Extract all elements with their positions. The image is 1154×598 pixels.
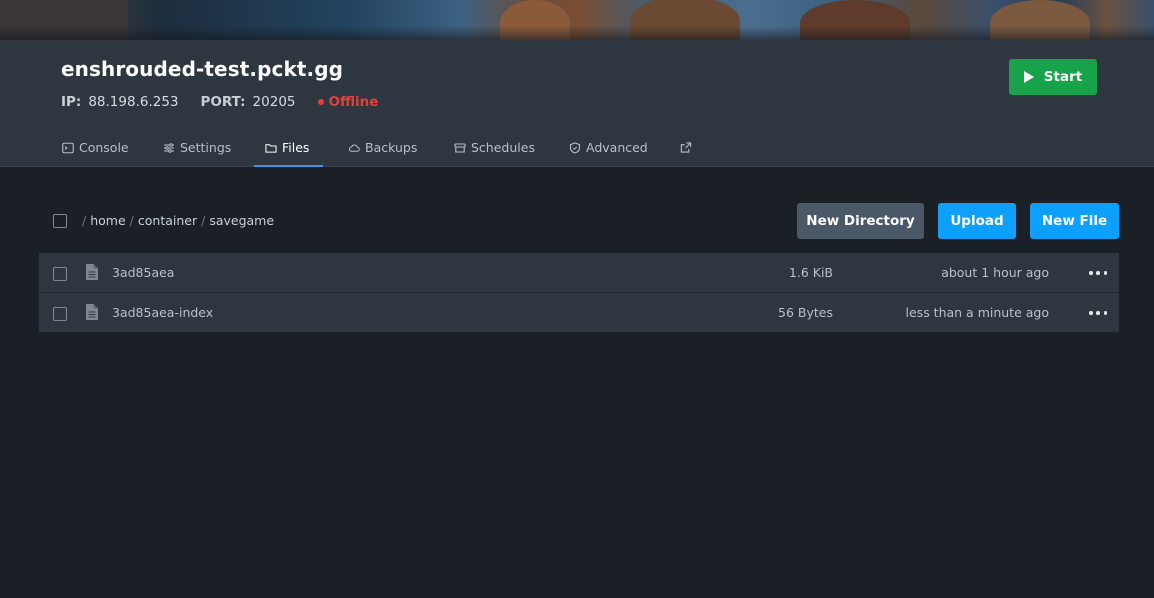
upload-button[interactable]: Upload xyxy=(938,203,1016,239)
server-header: enshrouded-test.pckt.gg IP: 88.198.6.253… xyxy=(0,40,1154,167)
status-text: Offline xyxy=(328,94,379,110)
file-modified: about 1 hour ago xyxy=(941,265,1049,280)
new-file-button[interactable]: New File xyxy=(1030,203,1119,239)
tab-advanced[interactable]: Advanced xyxy=(569,128,648,167)
new-directory-button[interactable]: New Directory xyxy=(797,203,924,239)
more-options-icon[interactable] xyxy=(1089,305,1107,321)
port-value: 20205 xyxy=(252,94,296,110)
banner-art xyxy=(990,0,1090,40)
file-size: 1.6 KiB xyxy=(788,265,833,280)
breadcrumb-container[interactable]: container xyxy=(138,213,197,228)
file-name[interactable]: 3ad85aea xyxy=(112,265,174,280)
banner-art xyxy=(630,0,740,40)
breadcrumb-home[interactable]: home xyxy=(90,213,125,228)
server-name: enshrouded-test.pckt.gg xyxy=(61,57,344,81)
shield-icon xyxy=(569,141,581,154)
file-modified: less than a minute ago xyxy=(905,305,1049,320)
file-size: 56 Bytes xyxy=(778,305,833,320)
status-badge: Offline xyxy=(317,94,379,110)
external-link-button[interactable] xyxy=(680,128,697,167)
server-banner xyxy=(0,0,1154,40)
file-list: 3ad85aea 1.6 KiB about 1 hour ago 3ad85a… xyxy=(39,253,1119,333)
play-icon xyxy=(1023,71,1034,83)
archive-icon xyxy=(454,142,466,154)
tab-label: Files xyxy=(282,140,310,155)
server-meta: IP: 88.198.6.253 PORT: 20205 Offline xyxy=(61,94,378,110)
breadcrumb-root[interactable]: / xyxy=(82,213,86,228)
file-icon xyxy=(86,304,98,320)
file-toolbar: / home / container / savegame New Direct… xyxy=(53,203,1119,239)
tab-files[interactable]: Files xyxy=(253,128,325,167)
file-checkbox[interactable] xyxy=(53,267,67,281)
tab-label: Console xyxy=(79,140,129,155)
folder-icon xyxy=(265,142,277,154)
banner-art xyxy=(800,0,910,40)
ip-value: 88.198.6.253 xyxy=(88,94,179,110)
select-all-checkbox[interactable] xyxy=(53,214,67,228)
breadcrumb-savegame: savegame xyxy=(209,213,275,228)
breadcrumb: / home / container / savegame xyxy=(82,213,275,228)
tab-label: Schedules xyxy=(471,140,535,155)
tab-console[interactable]: Console xyxy=(62,128,129,167)
terminal-icon xyxy=(62,142,74,154)
file-icon xyxy=(86,264,98,280)
tab-schedules[interactable]: Schedules xyxy=(454,128,535,167)
tab-settings[interactable]: Settings xyxy=(163,128,231,167)
port-label: PORT: xyxy=(200,94,246,110)
tab-label: Settings xyxy=(180,140,232,155)
file-checkbox[interactable] xyxy=(53,307,67,321)
server-tabs: Console Settings Files Backups Schedules xyxy=(0,128,1154,167)
sliders-icon xyxy=(163,142,175,154)
external-link-icon xyxy=(680,142,692,154)
tab-backups[interactable]: Backups xyxy=(348,128,417,167)
more-options-icon[interactable] xyxy=(1089,265,1107,281)
start-button-label: Start xyxy=(1043,69,1083,85)
tab-label: Advanced xyxy=(586,140,648,155)
banner-art xyxy=(500,0,570,40)
cloud-icon xyxy=(348,142,360,154)
banner-art xyxy=(0,0,128,40)
tab-label: Backups xyxy=(365,140,418,155)
file-name[interactable]: 3ad85aea-index xyxy=(112,305,213,320)
file-row[interactable]: 3ad85aea 1.6 KiB about 1 hour ago xyxy=(39,253,1119,293)
file-row[interactable]: 3ad85aea-index 56 Bytes less than a minu… xyxy=(39,293,1119,333)
status-dot-icon xyxy=(317,99,324,105)
ip-label: IP: xyxy=(61,94,82,110)
start-button[interactable]: Start xyxy=(1009,59,1097,95)
